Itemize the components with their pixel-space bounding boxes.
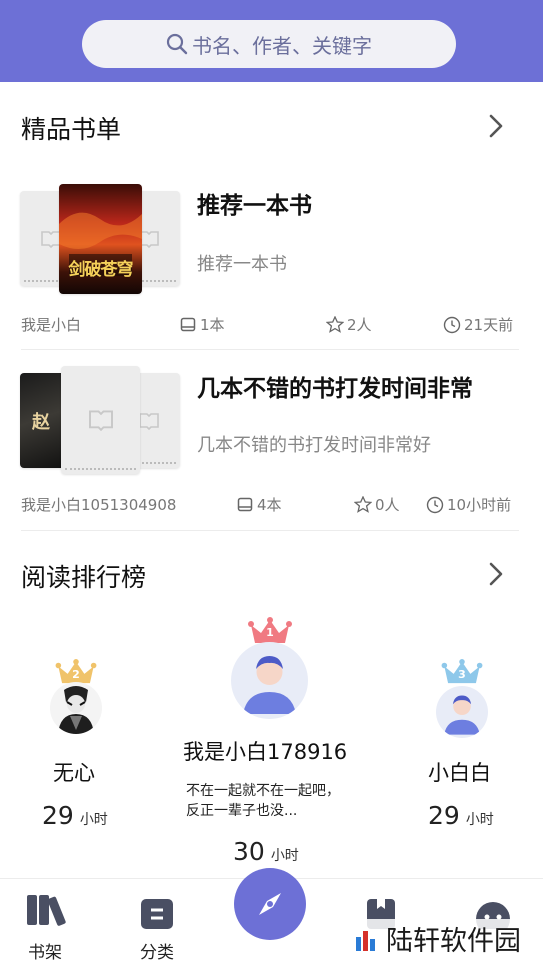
booklist-card-likes: 0人	[354, 494, 400, 515]
booklist-more-chevron-icon[interactable]	[487, 113, 505, 139]
crown-first-icon: 1	[248, 617, 292, 645]
tab-label: 书架	[28, 943, 62, 963]
booklist-card-time: 21天前	[443, 314, 513, 335]
tab-bookshelf[interactable]: 书架	[5, 879, 85, 963]
watermark-logo-icon	[356, 930, 375, 951]
booklist-card-count: 1本	[180, 314, 225, 335]
booklist-section-title: 精品书单	[21, 115, 122, 144]
tab-label: 分类	[140, 943, 174, 963]
rank-number: 2	[72, 668, 80, 681]
rank-third-name: 小白白	[428, 761, 491, 785]
tab-discover[interactable]	[234, 868, 306, 940]
booklist-card-time: 10小时前	[426, 494, 511, 515]
book-count-icon	[180, 317, 196, 331]
search-box[interactable]: 书名、作者、关键字	[82, 20, 456, 68]
rank-third-hours: 29 小时	[428, 801, 494, 830]
ranking-more-chevron-icon[interactable]	[487, 561, 505, 587]
book-icon	[139, 412, 159, 430]
rank-number: 3	[458, 668, 466, 681]
compass-icon	[259, 893, 281, 915]
booklist-card-author: 我是小白	[21, 316, 82, 334]
tab-category[interactable]: 分类	[117, 879, 197, 963]
ranking-section-title: 阅读排行榜	[21, 563, 147, 592]
category-icon	[141, 899, 173, 929]
book-cover-placeholder	[61, 366, 140, 474]
clock-icon	[426, 496, 444, 513]
star-icon	[326, 316, 344, 333]
bookshelf-icon	[27, 895, 66, 926]
divider	[21, 349, 519, 350]
avatar	[436, 686, 488, 738]
watermark-text: 陆轩软件园	[386, 926, 521, 957]
rank-second-name: 无心	[53, 761, 95, 785]
divider	[21, 530, 519, 531]
rank-second-hours: 29 小时	[42, 801, 108, 830]
booklist-card-title: 几本不错的书打发时间非常	[197, 376, 473, 402]
rank-first-motto: 不在一起就不在一起吧，反正一辈子也没...	[186, 783, 340, 819]
rank-first-name: 我是小白178916	[183, 740, 348, 764]
clock-icon	[443, 316, 461, 333]
book-cover-title: 赵	[32, 411, 50, 433]
search-placeholder: 书名、作者、关键字	[192, 33, 372, 58]
star-icon	[354, 496, 372, 513]
search-icon	[166, 33, 188, 55]
avatar	[50, 682, 102, 734]
booklist-card-desc: 推荐一本书	[197, 254, 287, 275]
booklist-card-likes: 2人	[326, 314, 372, 335]
rank-first-hours: 30 小时	[233, 837, 299, 866]
booklist-card-count: 4本	[237, 494, 282, 515]
crown-third-icon: 3	[441, 659, 483, 685]
book-count-icon	[237, 497, 253, 511]
avatar	[231, 642, 308, 719]
rank-number: 1	[266, 626, 274, 639]
booklist-card-title: 推荐一本书	[197, 193, 312, 219]
booklist-card-author: 我是小白1051304908	[21, 496, 177, 514]
booklist-card-desc: 几本不错的书打发时间非常好	[197, 435, 431, 456]
book-icon	[88, 410, 113, 431]
book-cover-title: 剑破苍穹	[68, 259, 134, 280]
top-header: 书名、作者、关键字	[0, 0, 543, 82]
watermark: 陆轩软件园	[352, 919, 521, 958]
book-cover-image: 剑破苍穹	[59, 184, 142, 294]
